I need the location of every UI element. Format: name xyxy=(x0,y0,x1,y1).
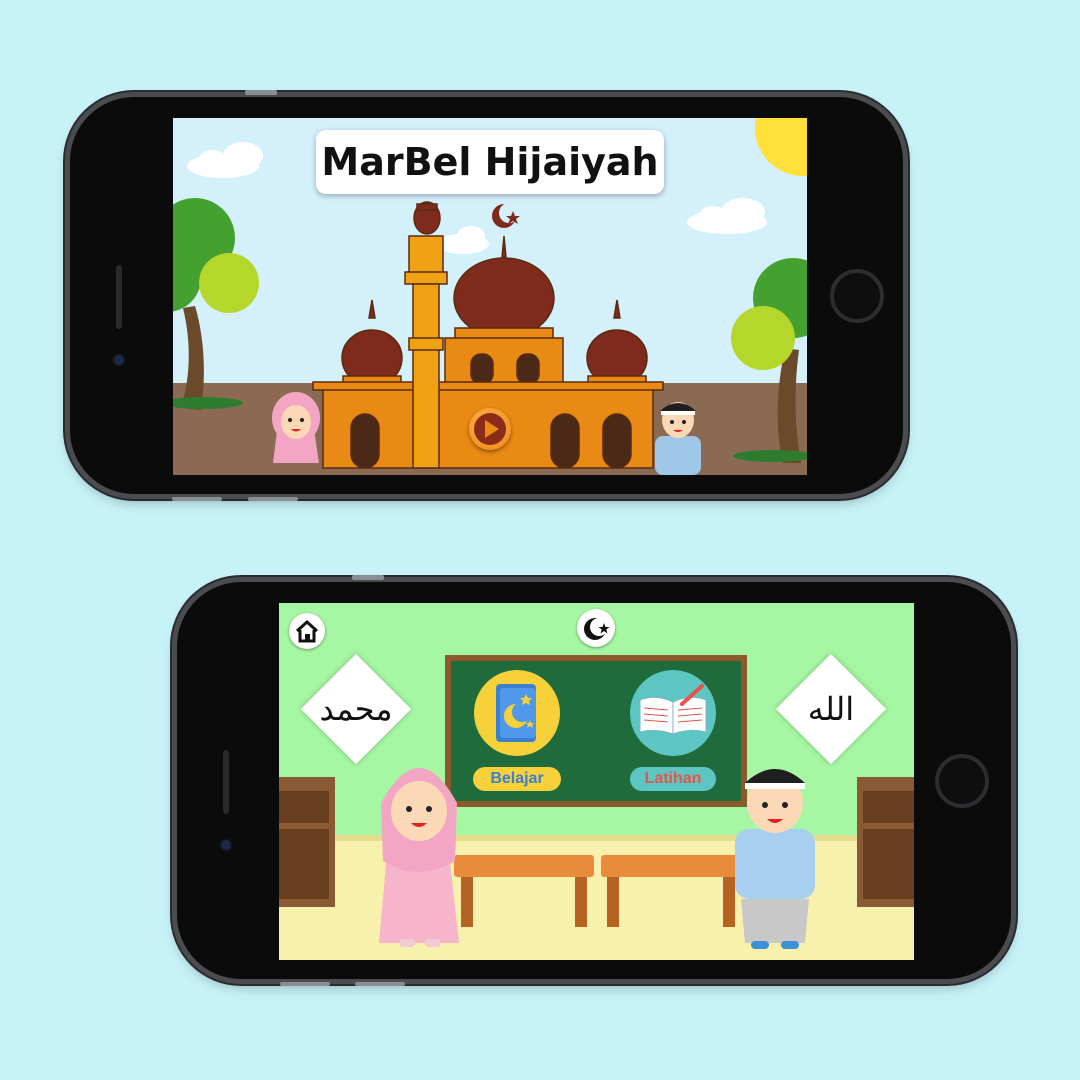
girl-character xyxy=(272,392,320,463)
boy-character xyxy=(655,402,701,475)
calligraphy-allah: الله xyxy=(775,653,887,765)
speaker-grille xyxy=(223,750,229,814)
phone-side-button xyxy=(245,90,277,95)
crescent-icon xyxy=(492,203,520,228)
front-camera xyxy=(221,840,231,850)
home-nav-button[interactable] xyxy=(289,613,325,649)
play-button[interactable] xyxy=(469,408,511,450)
sun xyxy=(755,118,807,176)
front-camera xyxy=(114,355,124,365)
calligraphy-muhammad: محمد xyxy=(300,653,412,765)
crescent-star-button[interactable] xyxy=(577,609,615,647)
latihan-label[interactable]: Latihan xyxy=(630,767,716,791)
phone-volume-button xyxy=(280,982,330,986)
home-icon xyxy=(295,619,319,643)
cabinet-left xyxy=(279,777,335,907)
phone-volume-button xyxy=(355,982,405,986)
splash-screen: MarBel Hijaiyah xyxy=(173,118,807,475)
cabinet-right xyxy=(857,777,914,907)
open-book-pencil-icon xyxy=(639,684,707,735)
belajar-button[interactable] xyxy=(474,670,560,756)
app-title: MarBel Hijaiyah xyxy=(316,130,664,194)
phone-side-button xyxy=(352,575,384,580)
latihan-button[interactable] xyxy=(630,670,716,756)
book-moon-icon xyxy=(496,684,536,742)
menu-screen: محمد الله Belajar Latihan xyxy=(279,603,914,960)
speaker-grille xyxy=(116,265,122,329)
play-icon xyxy=(474,413,506,445)
belajar-label[interactable]: Belajar xyxy=(473,767,561,791)
girl-character xyxy=(379,768,459,947)
tree-left xyxy=(173,198,259,410)
phone-volume-button xyxy=(172,497,222,501)
home-button[interactable] xyxy=(830,269,884,323)
crescent-star-icon xyxy=(584,618,610,640)
home-button[interactable] xyxy=(935,754,989,808)
phone-volume-button xyxy=(248,497,298,501)
